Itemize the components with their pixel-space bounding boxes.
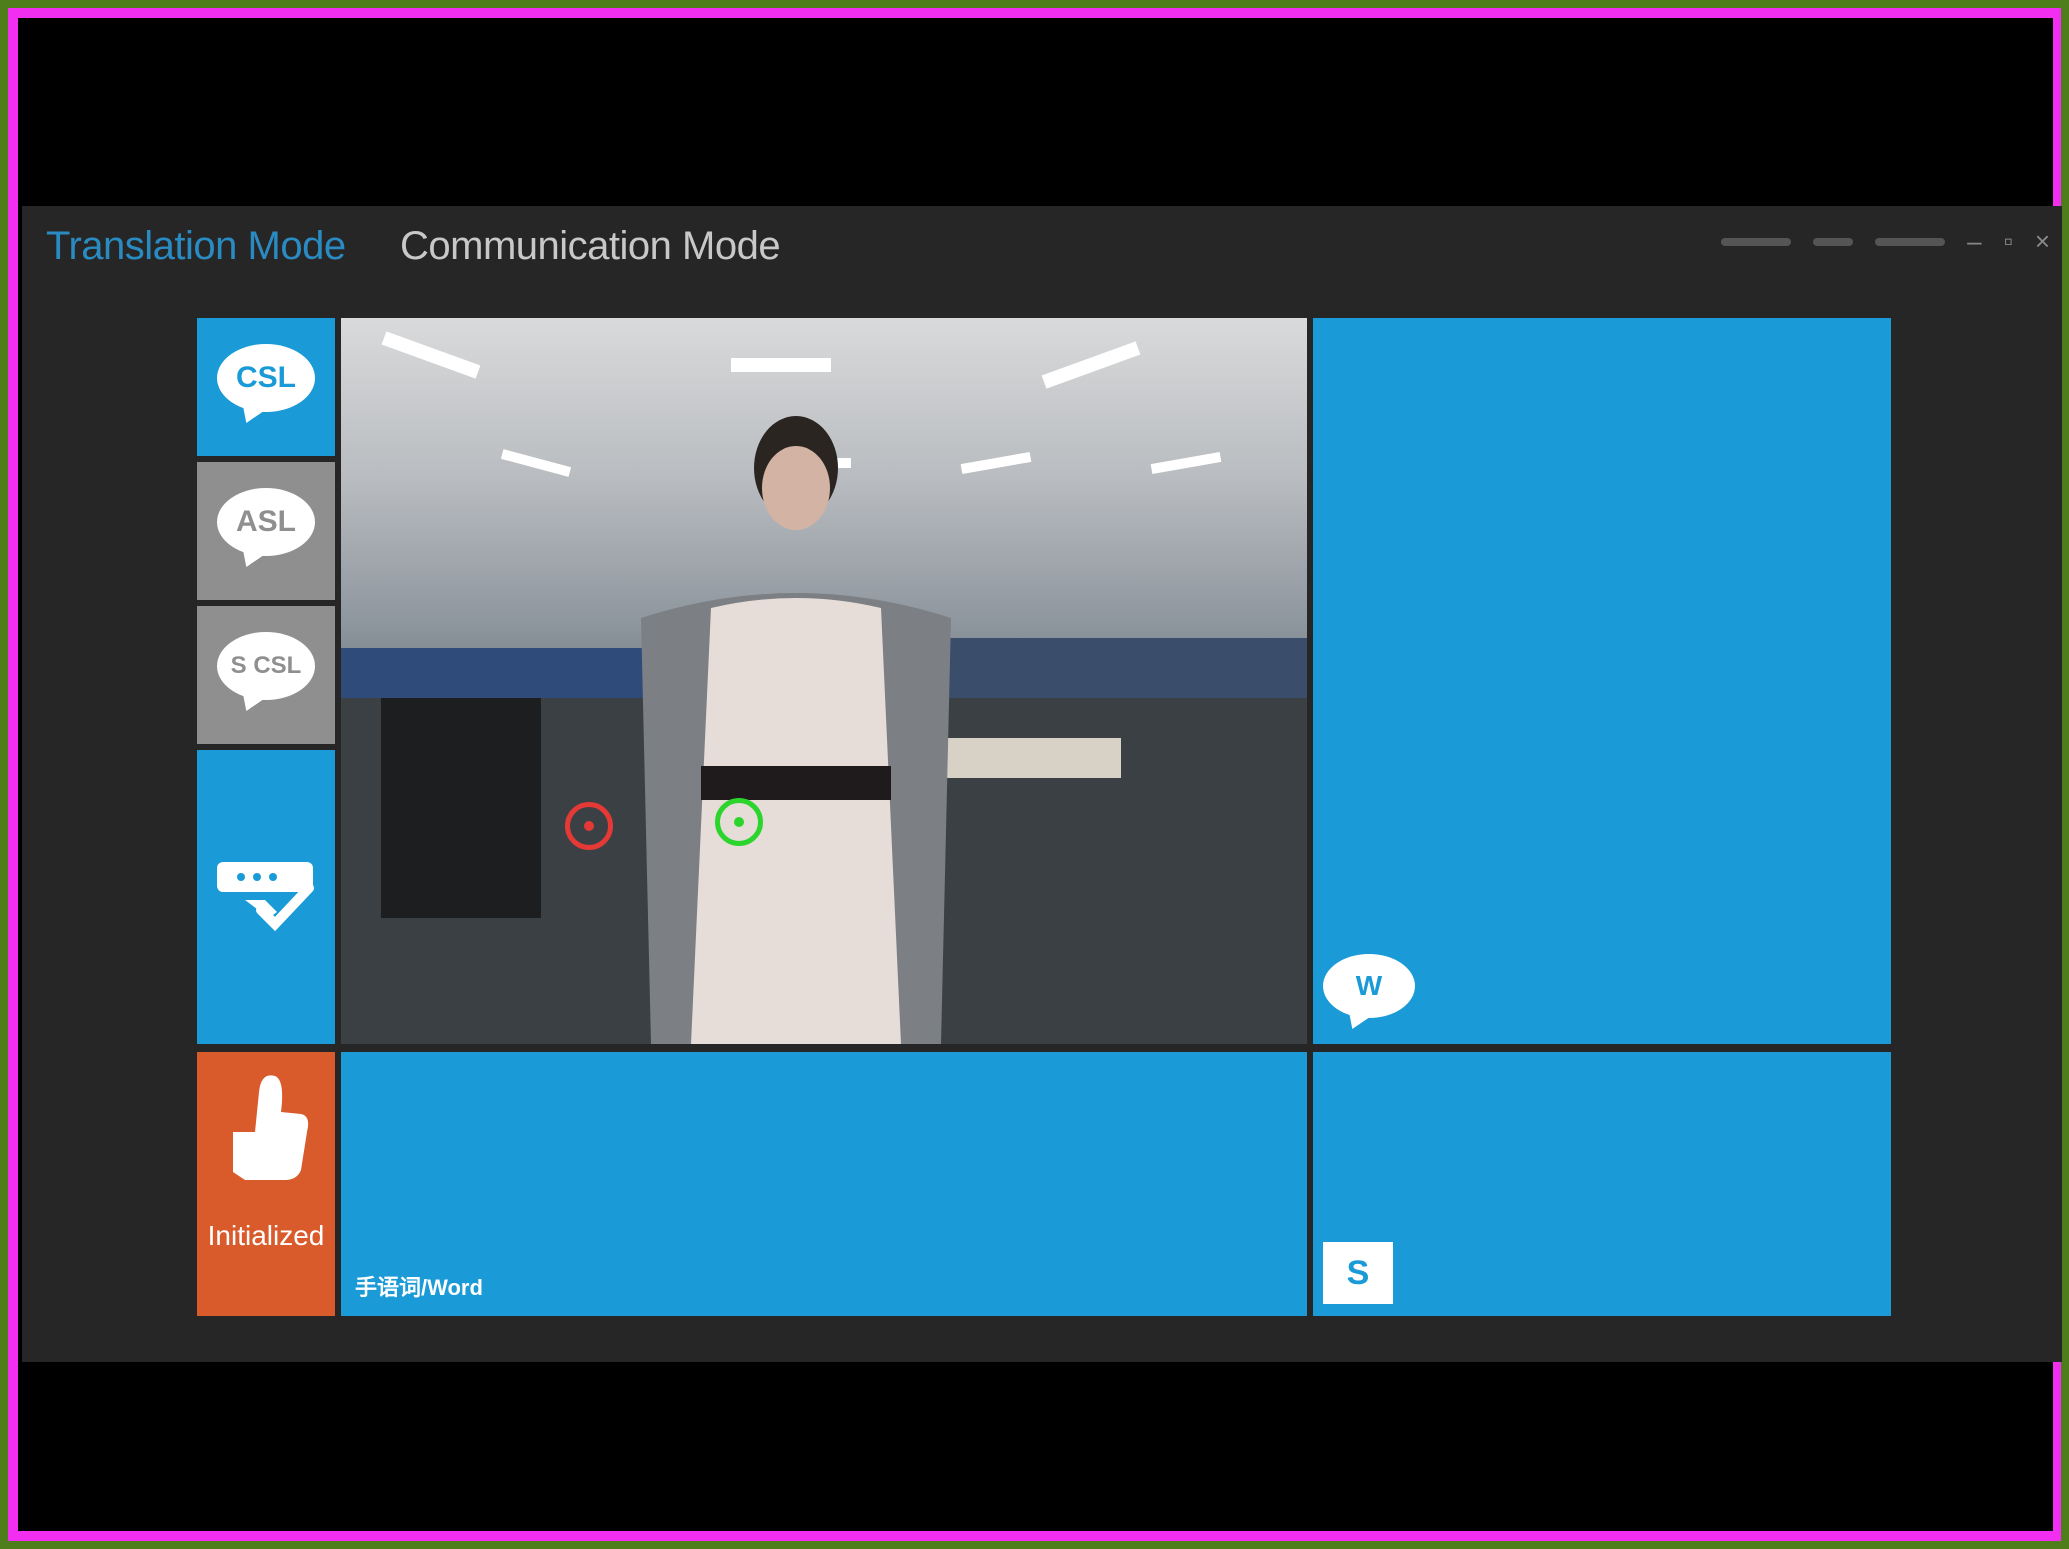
asl-label: ASL [236, 505, 296, 538]
camera-feed [341, 318, 1307, 1044]
title-bar: Translation Mode Communication Mode – ▫ … [22, 206, 2062, 286]
csl-tile[interactable]: CSL [197, 318, 335, 456]
sentence-csl-tile[interactable]: S CSL [197, 606, 335, 744]
window-control-bar [1875, 237, 1946, 246]
maximize-icon[interactable]: ▫ [2004, 226, 2013, 257]
initialized-label: Initialized [207, 1220, 325, 1251]
asl-tile[interactable]: ASL [197, 462, 335, 600]
thumbs-up-icon [233, 1075, 309, 1180]
sentence-icon[interactable]: S [1323, 1242, 1393, 1304]
csl-label: CSL [236, 361, 296, 394]
sign-word-panel: 手语词/Word [341, 1052, 1307, 1316]
sentence-csl-speech-bubble-icon: S CSL [217, 632, 315, 700]
tab-communication-mode[interactable]: Communication Mode [400, 224, 781, 269]
confirm-keyboard-check-icon [217, 862, 314, 932]
window-controls: – ▫ × [1721, 226, 2050, 257]
window-control-bar [1813, 237, 1854, 246]
right-hand-marker [715, 798, 763, 846]
asl-speech-bubble-icon: ASL [217, 488, 315, 556]
word-speech-bubble-icon: W [1323, 954, 1415, 1018]
csl-speech-bubble-icon: CSL [217, 344, 315, 412]
initialized-tile[interactable]: Initialized [197, 1052, 335, 1316]
word-output-panel: W [1313, 318, 1891, 1044]
sentence-panel: S [1313, 1052, 1891, 1316]
tab-translation-mode[interactable]: Translation Mode [46, 224, 346, 269]
left-hand-marker [565, 802, 613, 850]
word-icon-letter: W [1355, 970, 1383, 1001]
confirm-tile[interactable] [197, 750, 335, 1044]
sign-word-label: 手语词/Word [355, 1275, 483, 1300]
minimize-icon[interactable]: – [1967, 226, 1981, 257]
sentence-icon-letter: S [1346, 1253, 1370, 1292]
close-icon[interactable]: × [2035, 226, 2050, 257]
camera-scene [341, 331, 1307, 1044]
app-window: Translation Mode Communication Mode – ▫ … [22, 206, 2062, 1362]
left-hand-marker-dot [584, 821, 594, 831]
window-control-bar [1721, 237, 1792, 246]
sentence-csl-label: S CSL [230, 652, 302, 679]
right-hand-marker-dot [734, 817, 744, 827]
